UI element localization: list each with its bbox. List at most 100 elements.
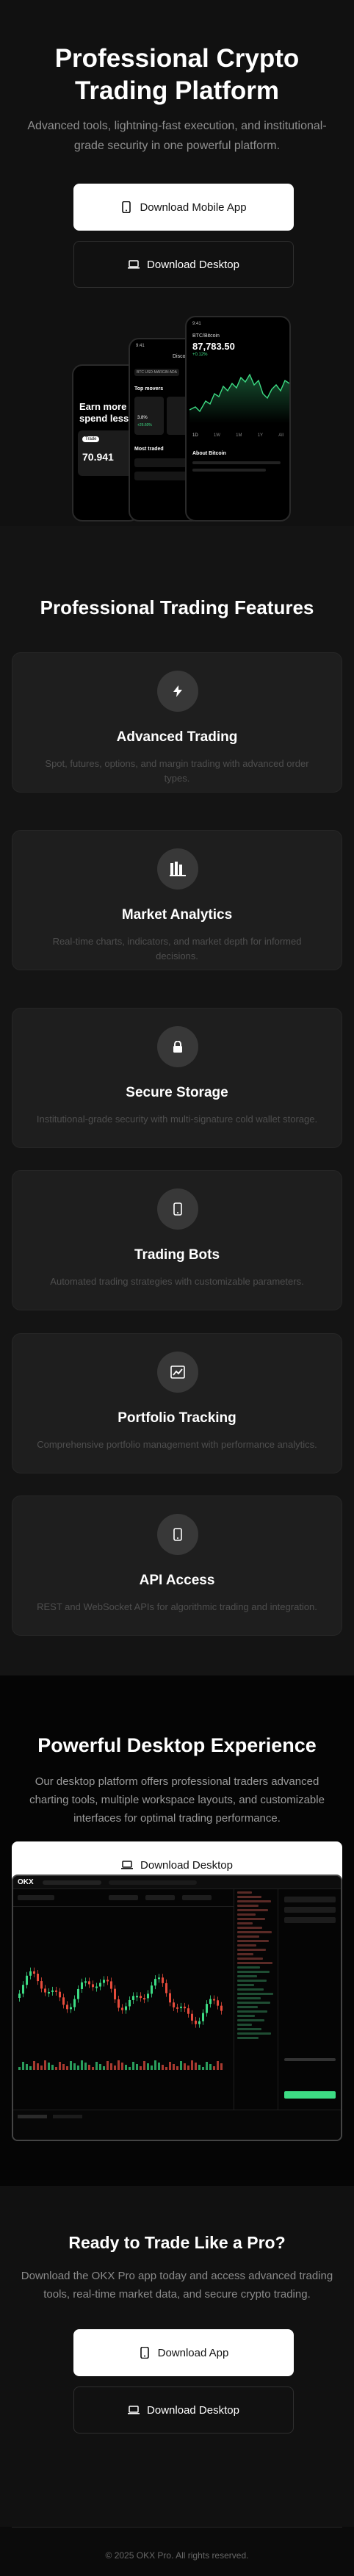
phone-middle-section-2: Most traded xyxy=(134,447,164,452)
mock-bottom-tab-1 xyxy=(18,2115,47,2118)
feature-desc: Automated trading strategies with custom… xyxy=(26,1274,328,1289)
mock-buy-button xyxy=(284,2091,336,2099)
cta-desc: Download the OKX Pro app today and acces… xyxy=(12,2267,342,2303)
candle-body xyxy=(184,2006,186,2009)
volume-bar xyxy=(18,2067,21,2070)
volume-bar xyxy=(55,2067,57,2070)
volume-bar xyxy=(114,2066,116,2070)
cta-download-desktop-label: Download Desktop xyxy=(147,2403,239,2417)
volume-bar xyxy=(106,2061,109,2070)
bar-chart-icon xyxy=(157,848,198,890)
phone-right-price: 87,783.50 xyxy=(192,341,235,352)
phone-right: 9:41 BTC/Bitcoin 87,783.50 +0.12% 1D 1W … xyxy=(185,316,291,522)
hero-title-line-1: Professional Crypto xyxy=(54,44,300,73)
phone-right-text-line-1 xyxy=(192,461,281,464)
features-section: Professional Trading Features Advanced T… xyxy=(0,526,354,1675)
candle-body xyxy=(180,2006,182,2008)
candle-body xyxy=(213,1999,215,2001)
feature-desc-line-1: Real-time charts, indicators, and market… xyxy=(52,936,302,947)
volume-bar xyxy=(26,2064,28,2070)
phone-middle-card-1: 3.8% +26.60% xyxy=(134,397,164,435)
candle-body xyxy=(40,1981,43,1989)
cta-download-desktop-button[interactable]: Download Desktop xyxy=(73,2386,294,2434)
volume-bar xyxy=(110,2063,112,2070)
phone-right-tab-1y: 1Y xyxy=(257,433,264,438)
candle-body xyxy=(118,1999,120,2008)
candle-body xyxy=(158,1977,160,1980)
candle-body xyxy=(165,1982,167,1994)
laptop-icon xyxy=(121,1859,134,1871)
orderbook-row xyxy=(237,1944,256,1947)
candle-body xyxy=(44,1988,46,1993)
orderbook-row xyxy=(237,2028,261,2030)
volume-bar xyxy=(173,2064,175,2070)
candle-body xyxy=(206,2004,208,2013)
candle-body xyxy=(147,1994,149,1999)
phone-right-price-chart xyxy=(189,373,289,423)
phone-right-range-tabs: 1D 1W 1M 1Y All xyxy=(192,433,283,438)
orderbook-row xyxy=(237,1984,254,1986)
orderbook-row xyxy=(237,2010,267,2013)
volume-bar xyxy=(29,2066,32,2070)
candle-body xyxy=(59,1991,61,1998)
mock-trade-field-3 xyxy=(284,1917,336,1923)
volume-bar xyxy=(187,2066,189,2070)
cta-download-app-button[interactable]: Download App xyxy=(73,2329,294,2376)
candle-body xyxy=(220,2005,223,2011)
phone-left-pill: Trade xyxy=(82,436,100,442)
orderbook-row xyxy=(237,2032,271,2035)
mock-candlestick-chart xyxy=(18,1967,223,2070)
feature-title: Advanced Trading xyxy=(116,729,238,745)
phone-left-card: Trade 70.941 xyxy=(78,430,137,476)
orderbook-row xyxy=(237,1993,273,1995)
desktop-desc: Our desktop platform offers professional… xyxy=(15,1772,339,1828)
mock-orderbook-rows xyxy=(234,1891,276,2039)
orderbook-row xyxy=(237,1931,272,1933)
phone-right-change: +0.12% xyxy=(192,353,208,357)
candle-body xyxy=(92,1984,94,1988)
orderbook-row xyxy=(237,1905,259,1907)
candle-body xyxy=(66,2005,68,2010)
download-desktop-button[interactable]: Download Desktop xyxy=(73,241,294,288)
phone-right-tab-1w: 1W xyxy=(213,433,220,438)
mock-ticker-bar xyxy=(13,1889,234,1907)
candle-body xyxy=(29,1971,32,1976)
phone-right-time: 9:41 xyxy=(192,322,201,326)
volume-bar xyxy=(44,2060,46,2070)
phone-right-pair: BTC/Bitcoin xyxy=(192,333,220,339)
mock-ticker-stat-1 xyxy=(109,1895,138,1900)
phone-left-headline-1: Earn more a xyxy=(79,401,135,412)
orderbook-row xyxy=(237,2037,259,2039)
desktop-app-mockup: OKX xyxy=(12,1875,342,2141)
volume-bar xyxy=(125,2065,127,2070)
candle-body xyxy=(217,2000,219,2006)
hero-subtitle-line-2: grade security in one powerful platform. xyxy=(73,140,281,152)
orderbook-row xyxy=(237,1900,271,1902)
volume-bar xyxy=(51,2065,54,2070)
candle-body xyxy=(48,1991,50,1994)
candle-body xyxy=(51,1990,54,1992)
phone-middle-row: BTC USD-MARGIN ADA xyxy=(134,369,180,376)
candle-body xyxy=(169,1993,171,2003)
volume-bar xyxy=(195,2063,197,2070)
volume-bar xyxy=(84,2063,87,2070)
desktop-title: Powerful Desktop Experience xyxy=(37,1734,317,1756)
candle-body xyxy=(198,2021,201,2024)
phone-right-tab-all: All xyxy=(278,433,283,438)
volume-bar xyxy=(198,2065,201,2070)
mock-bottom-tab-2 xyxy=(53,2115,82,2118)
desktop-desc-line-2: charting tools, multiple workspace layou… xyxy=(29,1794,325,1806)
candle-body xyxy=(136,1996,138,1998)
feature-title: Portfolio Tracking xyxy=(118,1410,236,1426)
orderbook-row xyxy=(237,1891,252,1894)
candle-body xyxy=(143,1998,145,2000)
candle-body xyxy=(121,2007,123,2010)
download-mobile-app-button[interactable]: Download Mobile App xyxy=(73,184,294,231)
volume-bar xyxy=(202,2067,204,2070)
candle-body xyxy=(77,1988,79,1999)
volume-bar xyxy=(220,2063,223,2070)
volume-bar xyxy=(136,2064,138,2070)
orderbook-row xyxy=(237,2015,255,2017)
laptop-icon xyxy=(128,259,140,270)
candle-body xyxy=(191,2013,193,2021)
